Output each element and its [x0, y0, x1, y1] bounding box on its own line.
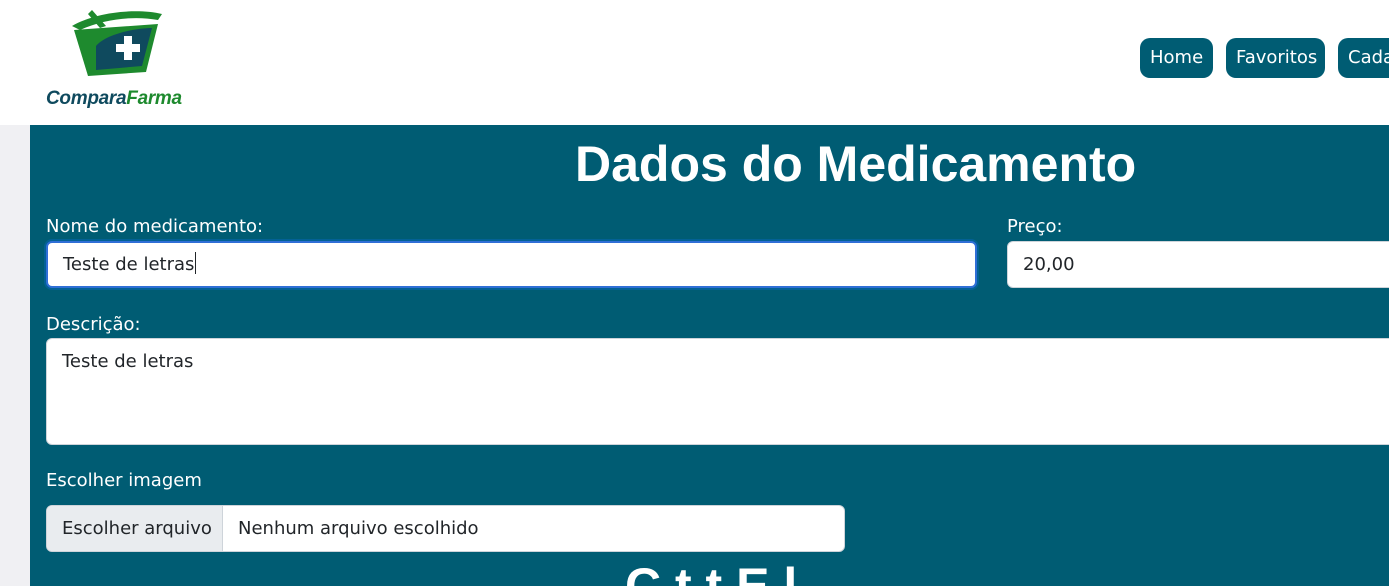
choose-file-button[interactable]: Escolher arquivo	[47, 506, 223, 551]
brand-name-part1: Compara	[46, 88, 127, 109]
medication-name-input[interactable]: Teste de letras	[46, 241, 977, 288]
description-textarea[interactable]: Teste de letras	[46, 338, 1389, 445]
medication-form-panel: Dados do Medicamento Nome do medicamento…	[30, 125, 1389, 586]
brand-name-part2: Farma	[126, 88, 182, 109]
nav-cadastro-button[interactable]: Cada	[1338, 38, 1389, 78]
price-label: Preço:	[1007, 216, 1063, 237]
name-label: Nome do medicamento:	[46, 216, 264, 237]
medication-name-value: Teste de letras	[63, 254, 195, 275]
nav-home-button[interactable]: Home	[1140, 38, 1213, 78]
file-status-text: Nenhum arquivo escolhido	[238, 518, 479, 539]
next-section-title: C t t E l	[625, 558, 798, 586]
left-gutter	[0, 125, 30, 586]
text-cursor	[195, 252, 197, 274]
description-label: Descrição:	[46, 314, 141, 335]
site-header: ComparaFarma Home Favoritos Cada	[0, 0, 1389, 125]
brand-wordmark: ComparaFarma	[46, 88, 182, 110]
description-value: Teste de letras	[62, 351, 194, 372]
image-label: Escolher imagem	[46, 470, 202, 491]
form-title: Dados do Medicamento	[575, 136, 1137, 192]
image-file-input[interactable]: Escolher arquivo Nenhum arquivo escolhid…	[46, 505, 845, 552]
nav-favoritos-button[interactable]: Favoritos	[1226, 38, 1325, 78]
pharmacy-basket-icon	[72, 10, 162, 76]
price-value: 20,00	[1023, 254, 1075, 275]
price-input[interactable]: 20,00	[1007, 241, 1389, 288]
compara-farma-logo[interactable]: ComparaFarma	[44, 6, 204, 116]
